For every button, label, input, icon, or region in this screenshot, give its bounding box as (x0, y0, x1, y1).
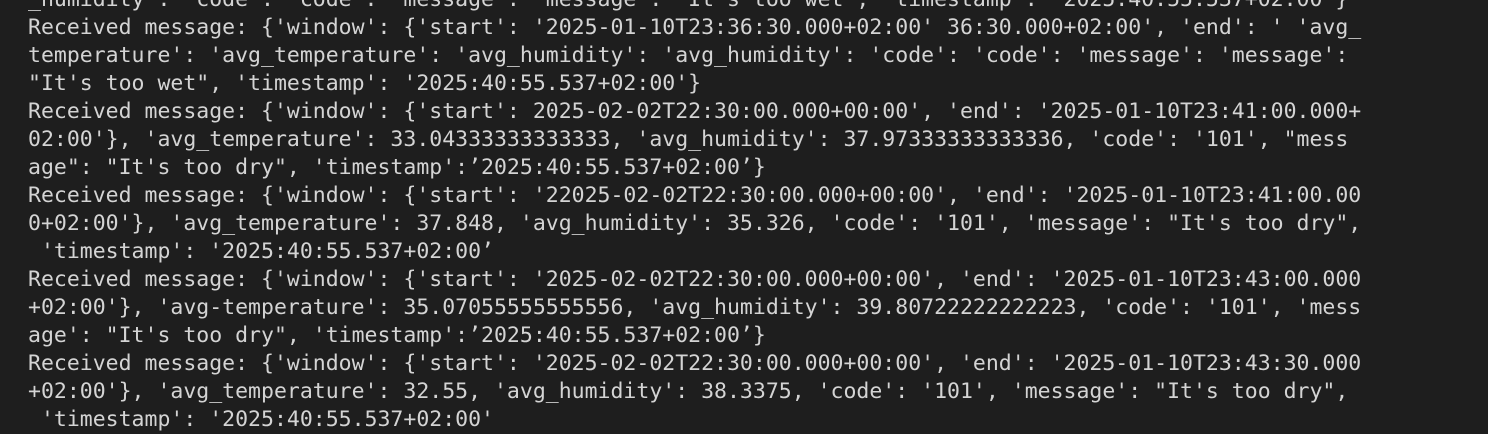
terminal-line: age': "It's too dry", 'timestamp':’2025:… (28, 323, 766, 348)
terminal-line: Received message: {'window': {'start': '… (28, 15, 1362, 40)
terminal-line: 0+02:00'}, 'avg_temperature': 37.848, 'a… (28, 211, 1362, 236)
terminal-output[interactable]: _humidity': 'code': 'code': 'message': '… (0, 0, 1488, 432)
terminal-line: +02:00'}, 'avg_temperature': 32.55, 'avg… (28, 379, 1349, 404)
terminal-line: "It's too wet", 'timestamp': '2025:40:55… (28, 71, 702, 96)
terminal-line: _humidity': 'code': 'code': 'message': '… (28, 0, 1488, 14)
terminal-line: +02:00'}, 'avg-temperature': 35.07055555… (28, 295, 1362, 320)
terminal-line: Received message: {'window': {'start': '… (28, 183, 1362, 208)
terminal-line: 'timestamp': '2025:40:55.537+02:00’ (28, 239, 494, 264)
terminal-line: Received message: {'window': {'start': 2… (28, 99, 1362, 124)
terminal-line: age": "It's too dry", 'timestamp':’2025:… (28, 155, 766, 180)
terminal-line: Received message: {'window': {'start': '… (28, 351, 1362, 376)
terminal-line: temperature': 'avg_temperature': 'avg_hu… (28, 43, 1349, 68)
terminal-line: Received message: {'window': {'start': '… (28, 267, 1362, 292)
terminal-line: 02:00'}, 'avg_temperature': 33.043333333… (28, 127, 1349, 152)
